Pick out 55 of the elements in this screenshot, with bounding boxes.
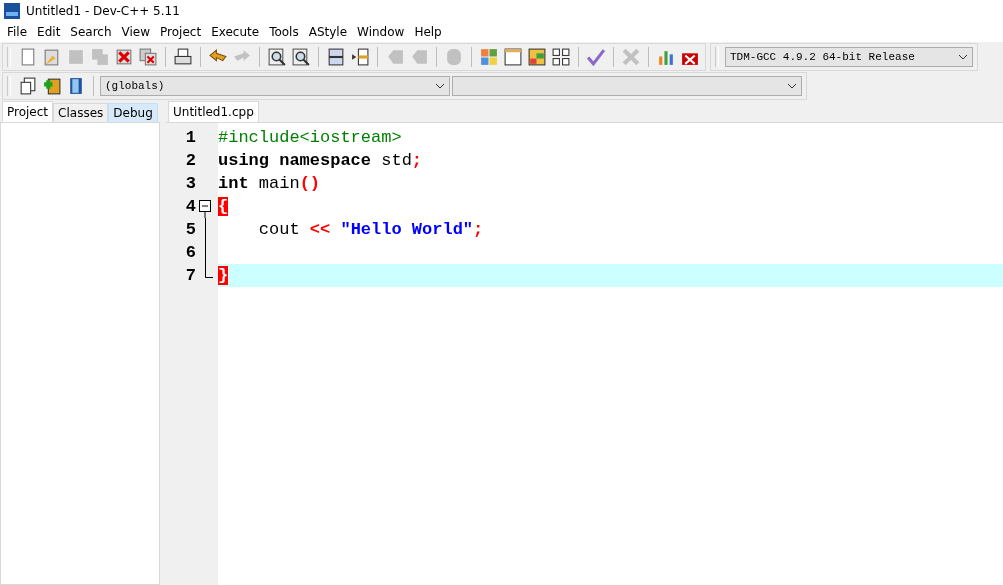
chevron-down-icon[interactable] [435,82,445,89]
fold-minus-icon[interactable] [199,200,211,218]
code-token: main [257,174,300,193]
check-icon[interactable] [586,46,606,67]
app-logo-icon [4,3,20,19]
panel-tab[interactable]: Debug [108,103,158,122]
chevron-down-icon[interactable] [787,82,797,89]
line-number: 2 [184,151,196,170]
printer-icon[interactable] [173,46,193,67]
window-title: Untitled1 - Dev-C++ 5.11 [26,4,180,18]
menu-item[interactable]: Search [65,25,117,39]
chevron-down-icon[interactable] [958,53,968,60]
code-token: } [218,266,229,285]
line-number: 5 [184,220,196,239]
line-number: 3 [184,174,196,193]
menu-item[interactable]: Edit [32,25,66,39]
menu-item[interactable]: Help [409,25,447,39]
indent-icon[interactable] [350,46,370,67]
search-icon[interactable] [267,46,287,67]
menu-item[interactable]: Window [352,25,410,39]
code-token: { [218,197,229,216]
grid-icon[interactable] [551,46,571,67]
panes-icon[interactable] [326,46,346,67]
menu-item[interactable]: File [2,25,33,39]
menu-item[interactable]: AStyle [303,25,353,39]
menu-item[interactable]: Execute [206,25,265,39]
code-token: ; [473,220,484,239]
code-token: "Hello World" [340,220,474,239]
code-token: #include<iostream> [218,128,402,147]
pages-cross-icon[interactable] [138,46,158,67]
menu-item[interactable]: View [116,25,156,39]
line-number: 6 [184,243,196,262]
code-editor[interactable]: 1 2 3 4 5 6 7 #include<iostream> using namespace std; int main() { cout << "Hello World"; } [166,122,1003,585]
panel-tab[interactable]: Classes [53,103,109,122]
panel-tab[interactable]: Project [2,101,54,122]
copy-icon[interactable] [18,75,38,96]
code-token: () [299,174,321,193]
colors-icon[interactable] [527,46,547,67]
code-token: cout [257,220,301,239]
code-token: << [309,220,332,239]
scope-dropdown[interactable]: (globals) [100,75,450,96]
code-token: int [218,174,249,193]
line-number: 7 [184,266,196,285]
code-token: std [380,151,412,170]
menu-item[interactable]: Tools [264,25,304,39]
tiles-icon[interactable] [479,46,499,67]
code-token: using namespace [218,151,372,170]
search-icon[interactable] [291,46,311,67]
window-icon[interactable] [503,46,523,67]
line-number: 4 [184,197,196,216]
file-tab[interactable]: Untitled1.cpp [168,101,259,122]
code-token: ; [411,151,423,170]
line-number: 1 [184,128,196,147]
compiler-dropdown[interactable]: TDM-GCC 4.9.2 64-bit Release [725,46,973,67]
menu-item[interactable]: Project [155,25,207,39]
